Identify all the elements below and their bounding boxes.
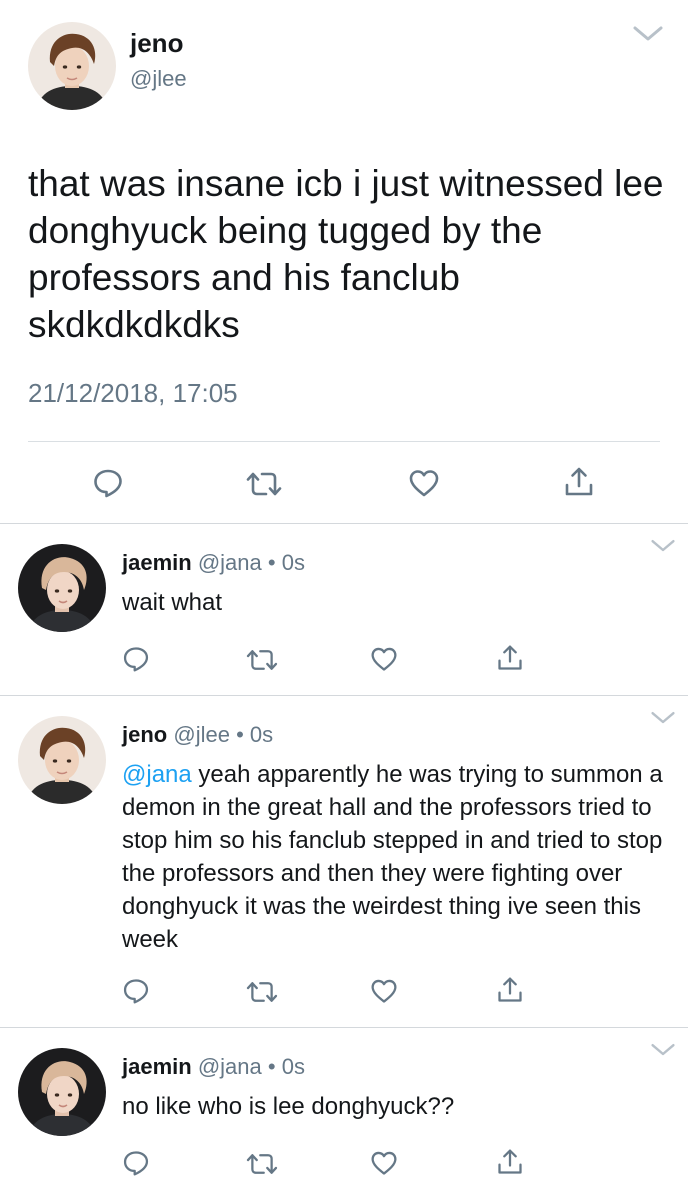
mention-link[interactable]: @jana [122, 761, 192, 788]
reply-text: wait what [122, 586, 682, 619]
reply-text: @jana yeah apparently he was trying to s… [122, 758, 682, 956]
main-tweet: jeno @jlee that was insane icb i just wi… [0, 0, 688, 524]
tweet-text: that was insane icb i just witnessed lee… [28, 163, 664, 345]
avatar-image [28, 22, 116, 110]
relative-time: 0s [281, 1054, 305, 1079]
retweet-icon[interactable] [246, 468, 282, 500]
avatar-image [18, 716, 106, 804]
reply-header: jaemin @jana • 0s [122, 1054, 305, 1080]
like-icon[interactable] [370, 645, 398, 673]
avatar[interactable] [18, 716, 106, 804]
avatar[interactable] [28, 22, 116, 110]
reply-text: no like who is lee donghyuck?? [122, 1090, 682, 1123]
reply-header: jeno @jlee • 0s [122, 722, 273, 748]
reply-tweet[interactable]: jaemin @jana • 0s no like who is lee don… [0, 1028, 688, 1200]
reply-icon[interactable] [122, 977, 150, 1005]
display-name[interactable]: jeno [130, 28, 183, 59]
share-icon[interactable] [496, 1148, 524, 1176]
handle[interactable]: @jana [198, 550, 262, 575]
relative-time: 0s [281, 550, 305, 575]
avatar[interactable] [18, 1048, 106, 1136]
chevron-down-icon[interactable] [650, 538, 676, 554]
handle[interactable]: @jlee [173, 722, 230, 747]
separator-dot: • [267, 550, 276, 575]
reply-icon[interactable] [92, 467, 124, 499]
reply-icon[interactable] [122, 645, 150, 673]
timestamp[interactable]: 21/12/2018, 17:05 [28, 378, 238, 409]
display-name[interactable]: jeno [122, 722, 167, 747]
retweet-icon[interactable] [246, 1150, 278, 1178]
display-name[interactable]: jaemin [122, 1054, 192, 1079]
share-icon[interactable] [563, 466, 595, 498]
chevron-down-icon[interactable] [632, 24, 664, 44]
chevron-down-icon[interactable] [650, 1042, 676, 1058]
like-icon[interactable] [370, 1149, 398, 1177]
reply-body-text: wait what [122, 589, 223, 616]
display-name[interactable]: jaemin [122, 550, 192, 575]
share-icon[interactable] [496, 976, 524, 1004]
like-icon[interactable] [408, 467, 440, 499]
separator-dot: • [236, 722, 244, 747]
avatar-image [18, 544, 106, 632]
reply-icon[interactable] [122, 1149, 150, 1177]
handle[interactable]: @jlee [130, 66, 187, 92]
reply-tweet[interactable]: jeno @jlee • 0s @jana yeah apparently he… [0, 696, 688, 1027]
separator-dot: • [267, 1054, 276, 1079]
avatar[interactable] [18, 544, 106, 632]
avatar-image [18, 1048, 106, 1136]
relative-time: 0s [249, 722, 274, 747]
reply-body-text: no like who is lee donghyuck?? [122, 1093, 455, 1120]
divider [28, 441, 660, 442]
like-icon[interactable] [370, 977, 398, 1005]
retweet-icon[interactable] [246, 978, 278, 1006]
reply-body-text: yeah apparently he was trying to summon … [122, 761, 663, 953]
share-icon[interactable] [496, 644, 524, 672]
retweet-icon[interactable] [246, 646, 278, 674]
reply-header: jaemin @jana • 0s [122, 550, 305, 576]
handle[interactable]: @jana [198, 1054, 262, 1079]
chevron-down-icon[interactable] [650, 710, 676, 726]
reply-tweet[interactable]: jaemin @jana • 0s wait what [0, 524, 688, 695]
